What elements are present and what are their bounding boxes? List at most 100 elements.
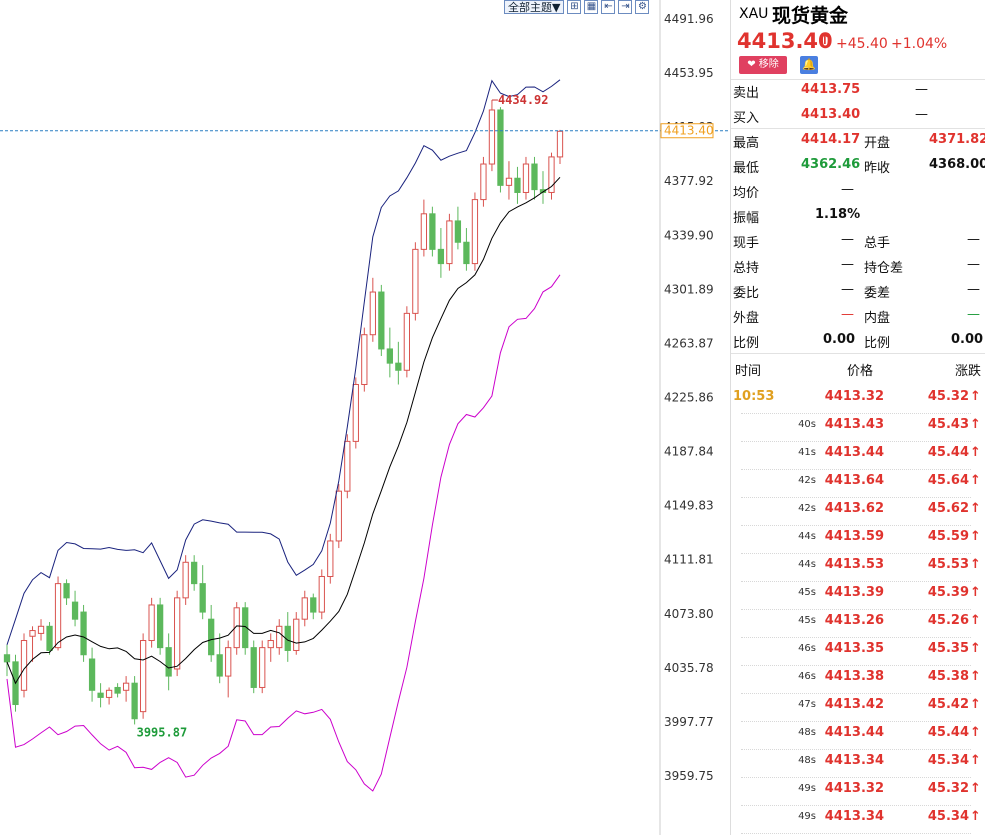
ratio-right: 0.00 bbox=[951, 332, 984, 347]
tick-price: 4413.59 bbox=[824, 529, 884, 544]
candle-body bbox=[437, 248, 445, 265]
current-volume-label: 现手 bbox=[733, 236, 760, 251]
grid-icon[interactable]: ⊞ bbox=[567, 0, 582, 14]
row-divider bbox=[741, 553, 971, 554]
tick-time: 48s bbox=[798, 755, 816, 766]
y-axis-tick-label: 4453.95 bbox=[664, 66, 714, 80]
sell-price: 4413.75 bbox=[801, 82, 861, 97]
tick-change: 45.35 bbox=[927, 641, 969, 656]
tick-change: 45.32 bbox=[927, 781, 969, 796]
table-icon[interactable]: ▦ bbox=[584, 0, 599, 14]
tick-price: 4413.39 bbox=[824, 585, 884, 600]
candle-body bbox=[139, 640, 147, 713]
outer-volume: — bbox=[841, 307, 854, 322]
row-divider bbox=[741, 637, 971, 638]
symbol-name: 现货黄金 bbox=[772, 5, 849, 27]
chart-canvas[interactable]: 4491.964453.954415.934377.924339.904301.… bbox=[0, 0, 730, 835]
candle-body bbox=[335, 490, 342, 542]
avg-value: — bbox=[841, 182, 854, 197]
total-volume: — bbox=[967, 232, 980, 247]
candle-body bbox=[29, 630, 36, 637]
lower-band-line bbox=[6, 274, 561, 792]
candle-body bbox=[454, 220, 462, 243]
tick-price: 4413.34 bbox=[824, 753, 884, 768]
candle-body bbox=[429, 213, 436, 250]
row-divider bbox=[741, 805, 971, 806]
up-arrow-icon: ↑ bbox=[970, 697, 981, 712]
tick-change: 45.43 bbox=[927, 417, 969, 432]
candlestick-chart[interactable]: 4491.964453.954415.934377.924339.904301.… bbox=[0, 0, 730, 835]
last-page-icon[interactable]: ⇥ bbox=[618, 0, 633, 14]
y-axis-tick-label: 3959.75 bbox=[664, 769, 714, 783]
open-interest: — bbox=[841, 257, 854, 272]
candle-body bbox=[20, 640, 28, 691]
tick-time: 42s bbox=[798, 503, 816, 514]
up-arrow-icon: ↑ bbox=[970, 557, 981, 572]
up-arrow-icon: ↑ bbox=[970, 669, 981, 684]
avg-label: 均价 bbox=[733, 186, 760, 201]
up-arrow-icon: ↑ bbox=[970, 417, 981, 432]
y-axis-tick-label: 4187.84 bbox=[664, 445, 714, 459]
up-arrow-icon: ↑ bbox=[970, 473, 981, 488]
tick-time: 49s bbox=[798, 811, 816, 822]
tick-change: 45.26 bbox=[927, 613, 969, 628]
candle-body bbox=[480, 163, 487, 201]
row-divider bbox=[741, 497, 971, 498]
row-divider bbox=[741, 665, 971, 666]
row-divider bbox=[741, 469, 971, 470]
candle-body bbox=[71, 601, 79, 620]
tick-price: 4413.38 bbox=[824, 669, 884, 684]
candle-body bbox=[310, 597, 317, 613]
prev-close-value: 4368.00 bbox=[929, 157, 985, 172]
settings-icon[interactable]: ⚙ bbox=[635, 0, 650, 14]
remove-watchlist-button[interactable]: ❤ 移除 bbox=[739, 56, 787, 74]
tick-time: 49s bbox=[798, 783, 816, 794]
theme-dropdown[interactable]: 全部主题▼ bbox=[504, 0, 565, 14]
up-arrow-icon: ↑ bbox=[970, 753, 981, 768]
candle-body bbox=[378, 291, 385, 350]
candle-body bbox=[3, 654, 11, 663]
candle-body bbox=[395, 362, 402, 371]
bid-ratio-label: 委比 bbox=[733, 286, 760, 301]
candle-body bbox=[80, 611, 87, 656]
up-arrow-icon: ↑ bbox=[970, 585, 981, 600]
tick-change: 45.34 bbox=[927, 809, 969, 824]
outer-volume-label: 外盘 bbox=[733, 311, 760, 326]
candle-body bbox=[505, 177, 513, 186]
first-page-icon[interactable]: ⇤ bbox=[601, 0, 616, 14]
candle-body bbox=[114, 686, 121, 694]
tick-price: 4413.64 bbox=[824, 473, 884, 488]
y-axis-tick-label: 3997.77 bbox=[664, 715, 714, 729]
candle-body bbox=[88, 658, 96, 691]
tick-time: 41s bbox=[798, 447, 816, 458]
tick-change: 45.42 bbox=[927, 697, 969, 712]
up-arrow-icon: ↑ bbox=[970, 445, 981, 460]
candle-body bbox=[352, 383, 359, 442]
tick-time: 45s bbox=[798, 615, 816, 626]
bell-icon[interactable]: 🔔 bbox=[800, 56, 818, 74]
tick-time: 42s bbox=[798, 475, 816, 486]
candle-body bbox=[556, 130, 564, 158]
up-arrow-icon: ↑ bbox=[970, 389, 981, 404]
open-value: 4371.82 bbox=[929, 132, 985, 147]
candle-body bbox=[63, 583, 70, 599]
tick-price: 4413.44 bbox=[824, 445, 884, 460]
row-divider bbox=[741, 441, 971, 442]
candle-body bbox=[97, 692, 104, 698]
symbol-code: XAU bbox=[739, 6, 769, 22]
divider bbox=[731, 353, 985, 354]
candle-body bbox=[182, 561, 189, 599]
tick-change: 45.44 bbox=[927, 725, 969, 740]
candle-body bbox=[199, 583, 206, 613]
amplitude-label: 振幅 bbox=[733, 211, 760, 226]
tick-change: 45.62 bbox=[927, 501, 969, 516]
y-axis-tick-label: 4339.90 bbox=[664, 228, 714, 242]
tick-price: 4413.26 bbox=[824, 613, 884, 628]
candle-body bbox=[293, 618, 300, 651]
candle-body bbox=[386, 348, 393, 364]
y-axis-tick-label: 4149.83 bbox=[664, 499, 714, 513]
row-divider bbox=[741, 833, 971, 834]
tick-change: 45.39 bbox=[927, 585, 969, 600]
tick-time: 44s bbox=[798, 531, 816, 542]
candle-body bbox=[54, 583, 62, 649]
